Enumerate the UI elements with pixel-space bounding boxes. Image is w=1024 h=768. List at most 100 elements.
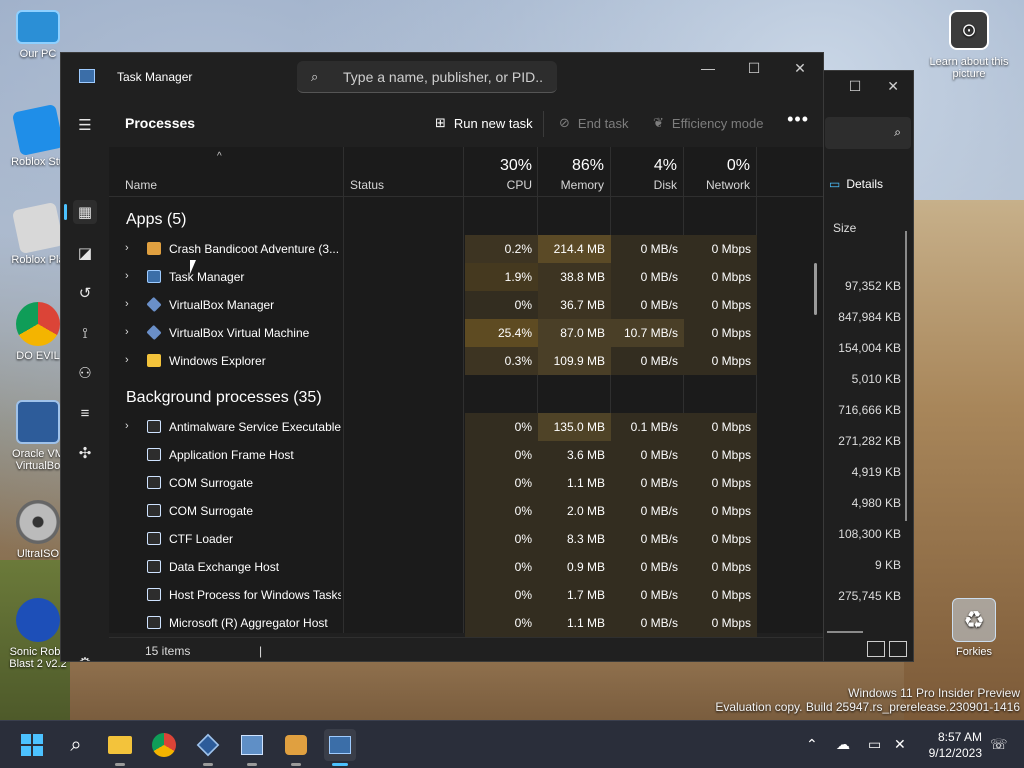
onedrive-icon[interactable]: ☁ [836, 736, 850, 753]
table-row[interactable]: › Task Manager 1.9% 38.8 MB 0 MB/s 0 Mbp… [109, 263, 814, 291]
size-value: 108,300 KB [838, 527, 901, 541]
chevron-right-icon[interactable]: › [125, 270, 129, 282]
startup-apps-icon[interactable]: ⟟ [73, 321, 97, 345]
chrome-icon [16, 302, 60, 346]
size-value: 716,666 KB [838, 403, 901, 417]
learn-about-picture[interactable]: ⊙ Learn about this picture [924, 10, 1014, 80]
search-input[interactable] [343, 67, 543, 87]
chevron-right-icon[interactable]: › [125, 354, 129, 366]
services-icon[interactable]: ✣ [73, 441, 97, 465]
disk-cell: 0 MB/s [611, 347, 684, 375]
table-row[interactable]: Data Exchange Host 0% 0.9 MB 0 MB/s 0 Mb… [109, 553, 814, 581]
title-bar[interactable]: Task Manager ⌕ — ☐ ✕ [61, 53, 823, 99]
column-status[interactable]: Status [350, 178, 384, 192]
file-explorer-taskbar[interactable] [104, 729, 136, 766]
cpu-cell: 0% [465, 497, 538, 525]
network-icon[interactable]: ▭ [868, 736, 881, 753]
chevron-right-icon[interactable]: › [125, 326, 129, 338]
hamburger-menu-icon[interactable]: ☰ [73, 113, 97, 137]
more-options-icon[interactable]: ••• [787, 109, 809, 130]
sort-up-icon: ^ [217, 151, 222, 162]
window-title: Task Manager [117, 70, 193, 84]
table-row[interactable]: › Windows Explorer 0.3% 109.9 MB 0 MB/s … [109, 347, 814, 375]
explorer-search[interactable]: ⌕ [825, 117, 911, 149]
chevron-up-icon[interactable]: ⌃ [806, 736, 818, 753]
process-window-icon [147, 420, 161, 433]
chevron-right-icon[interactable]: › [125, 242, 129, 254]
end-task-label: End task [577, 115, 629, 131]
vertical-scrollbar[interactable] [814, 263, 817, 315]
chevron-right-icon[interactable]: › [125, 298, 129, 310]
start-button[interactable] [16, 729, 48, 761]
tiles-view-icon[interactable] [889, 641, 907, 657]
memory-cell: 38.8 MB [538, 263, 611, 291]
search-box[interactable]: ⌕ [297, 61, 557, 93]
column-cpu[interactable]: CPU [465, 178, 532, 192]
task-manager-taskbar[interactable] [324, 729, 356, 766]
chrome-taskbar[interactable] [148, 729, 180, 761]
virtualbox-vm-taskbar[interactable] [236, 729, 268, 766]
table-row[interactable]: › Antimalware Service Executable 0% 135.… [109, 413, 814, 441]
users-icon[interactable]: ⚇ [73, 361, 97, 385]
table-row[interactable]: Application Frame Host 0% 3.6 MB 0 MB/s … [109, 441, 814, 469]
horizontal-scrollbar[interactable] [827, 631, 863, 633]
table-row[interactable]: COM Surrogate 0% 1.1 MB 0 MB/s 0 Mbps [109, 469, 814, 497]
table-row[interactable]: CTF Loader 0% 8.3 MB 0 MB/s 0 Mbps [109, 525, 814, 553]
disk-total[interactable]: 4% [611, 157, 677, 175]
app-history-icon[interactable]: ↺ [73, 281, 97, 305]
column-memory[interactable]: Memory [538, 178, 604, 192]
maximize-icon[interactable]: ☐ [849, 78, 862, 95]
desktop-icon-recycle-bin[interactable]: ♻ Forkies [938, 598, 1010, 658]
end-task-button[interactable]: ⊘ End task [559, 115, 629, 131]
process-window-icon [147, 532, 161, 545]
table-row[interactable]: › VirtualBox Manager 0% 36.7 MB 0 MB/s 0… [109, 291, 814, 319]
mouse-cursor [190, 260, 196, 274]
size-column-header[interactable]: Size [833, 221, 856, 235]
search-button[interactable]: ⌕ [60, 729, 92, 761]
column-network[interactable]: Network [684, 178, 750, 192]
minimize-icon[interactable]: — [685, 53, 731, 83]
chevron-right-icon[interactable]: › [125, 420, 129, 432]
active-indicator [332, 763, 348, 766]
process-name: Antimalware Service Executable [169, 420, 341, 434]
details-view-icon[interactable] [867, 641, 885, 657]
run-new-task-button[interactable]: ⊞ Run new task [435, 115, 533, 131]
close-icon[interactable]: ✕ [887, 78, 899, 95]
cpu-total[interactable]: 30% [465, 157, 532, 175]
size-value: 847,984 KB [838, 310, 901, 324]
details-button[interactable]: ▭ Details [829, 177, 883, 191]
table-row[interactable]: › Crash Bandicoot Adventure (3... 0.2% 2… [109, 235, 814, 263]
table-row[interactable]: COM Surrogate 0% 2.0 MB 0 MB/s 0 Mbps [109, 497, 814, 525]
network-total[interactable]: 0% [684, 157, 750, 175]
running-indicator [247, 763, 257, 766]
column-disk[interactable]: Disk [611, 178, 677, 192]
table-row[interactable]: Host Process for Windows Tasks 0% 1.7 MB… [109, 581, 814, 609]
roblox-studio-icon [11, 103, 65, 157]
table-row[interactable]: Microsoft (R) Aggregator Host 0% 1.1 MB … [109, 609, 814, 637]
volume-muted-icon[interactable]: ✕ [894, 736, 906, 753]
process-window-icon [147, 588, 161, 601]
vertical-scrollbar[interactable] [905, 231, 907, 521]
column-name[interactable]: Name [125, 178, 157, 192]
process-name: VirtualBox Virtual Machine [169, 326, 310, 340]
close-icon[interactable]: ✕ [777, 53, 823, 83]
details-list-icon[interactable]: ≡ [73, 401, 97, 425]
processes-icon[interactable]: ▦ [73, 200, 97, 224]
cpu-cell: 0% [465, 441, 538, 469]
table-row[interactable]: › VirtualBox Virtual Machine 25.4% 87.0 … [109, 319, 814, 347]
cpu-cell: 0% [465, 291, 538, 319]
memory-total[interactable]: 86% [538, 157, 604, 175]
maximize-icon[interactable]: ☐ [731, 53, 777, 83]
efficiency-mode-button[interactable]: ❦ Efficiency mode [653, 115, 763, 131]
cpu-cell: 0% [465, 581, 538, 609]
virtualbox-icon [146, 296, 162, 313]
task-manager-window[interactable]: Task Manager ⌕ — ☐ ✕ ☰ ▦ ◪ ↺ ⟟ ⚇ ≡ ✣ ⚙ P… [60, 52, 824, 662]
clock[interactable]: 8:57 AM 9/12/2023 [929, 729, 982, 761]
performance-icon[interactable]: ◪ [73, 241, 97, 265]
crash-bandicoot-taskbar[interactable] [280, 729, 312, 766]
process-window-icon [147, 476, 161, 489]
settings-icon[interactable]: ⚙ [73, 651, 97, 661]
virtualbox-taskbar[interactable] [192, 729, 224, 766]
notifications-icon[interactable]: ☏ [990, 736, 1008, 753]
camera-icon: ⊙ [949, 10, 989, 50]
